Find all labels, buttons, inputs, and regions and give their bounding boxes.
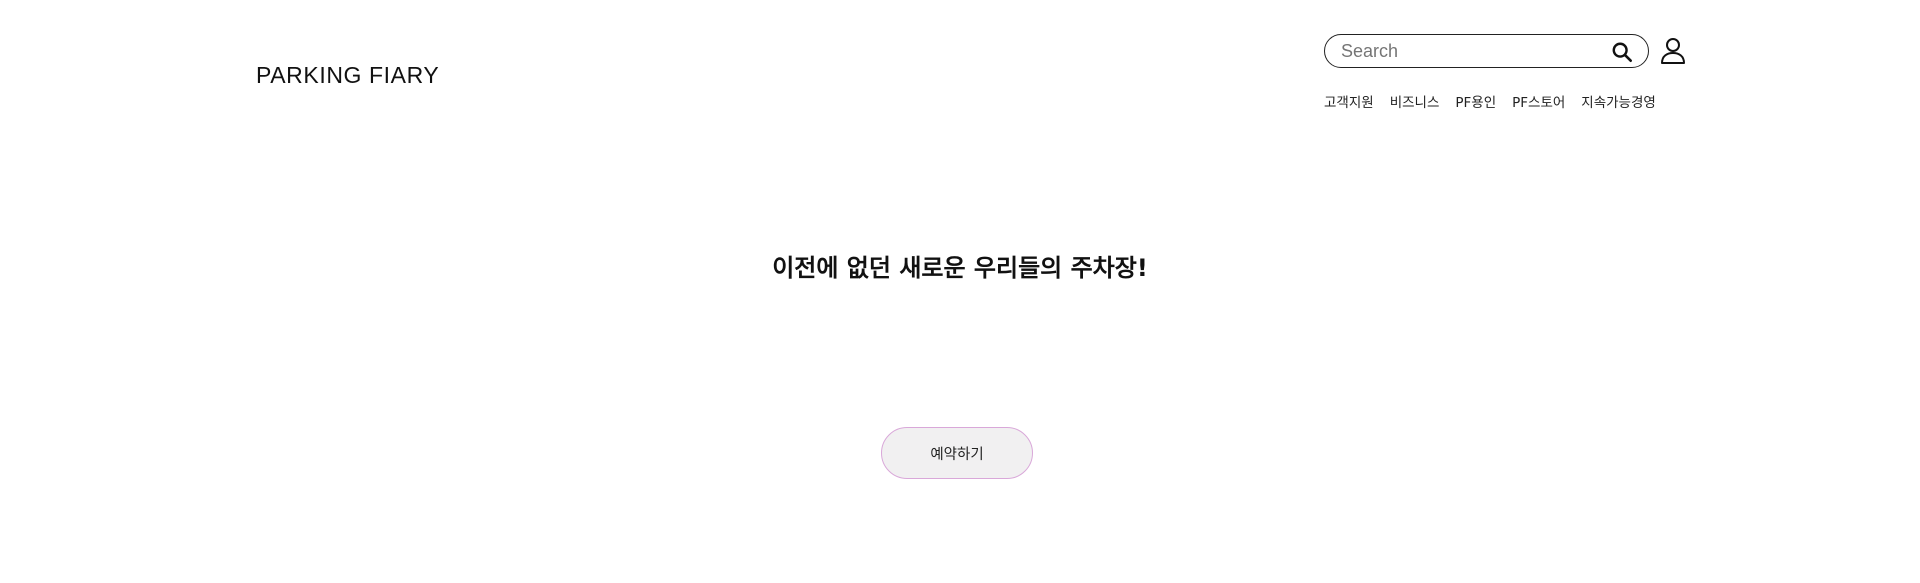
page: PARKING FIARY 고객지원 비즈니스 PF용인 PF스토어 지속가능경… (0, 0, 1920, 583)
nav-item-pf-yongin[interactable]: PF용인 (1455, 91, 1496, 111)
search-icon (1611, 41, 1633, 63)
nav-item-business[interactable]: 비즈니스 (1390, 91, 1440, 111)
search-button[interactable] (1610, 40, 1634, 64)
nav-item-customer-support[interactable]: 고객지원 (1324, 91, 1374, 111)
nav-item-sustainability[interactable]: 지속가능경영 (1581, 91, 1656, 111)
reserve-button[interactable]: 예약하기 (881, 427, 1033, 479)
nav-item-pf-store[interactable]: PF스토어 (1512, 91, 1565, 111)
hero-headline: 이전에 없던 새로운 우리들의 주차장! (772, 254, 1148, 282)
search-bar (1324, 34, 1649, 68)
main-nav: 고객지원 비즈니스 PF용인 PF스토어 지속가능경영 (1324, 91, 1656, 111)
search-input[interactable] (1341, 39, 1596, 63)
user-account-button[interactable] (1659, 36, 1687, 66)
user-icon (1660, 37, 1686, 65)
site-logo[interactable]: PARKING FIARY (256, 62, 439, 89)
